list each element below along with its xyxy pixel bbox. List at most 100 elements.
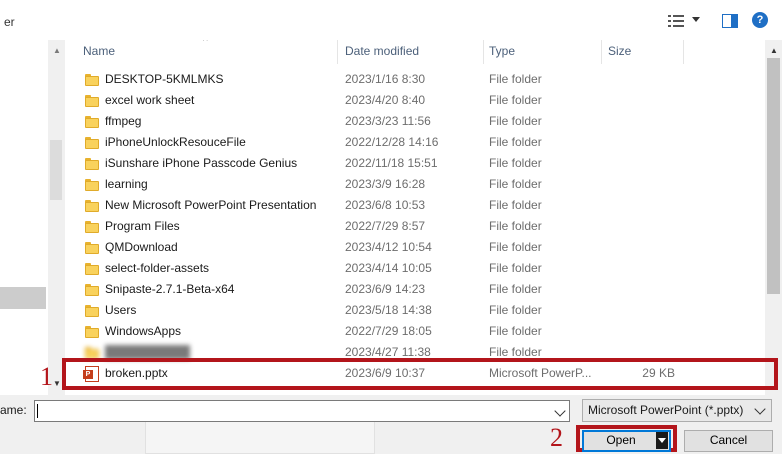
sort-ascending-icon: ^ [203,40,208,47]
step-1-label: 1 [40,362,53,391]
file-type-selected: Microsoft PowerPoint (*.pptx) [588,403,744,417]
list-item[interactable]: WindowsApps 2022/7/29 18:05 File folder [65,321,765,342]
nav-scrollbar[interactable] [48,40,65,395]
file-date: 2023/3/23 11:56 [345,114,431,128]
nav-scroll-down-icon[interactable]: ▼ [53,379,61,388]
navigation-pane[interactable] [0,40,48,395]
column-divider[interactable] [483,40,484,64]
preview-pane-icon[interactable] [722,14,738,28]
folder-icon [85,74,99,86]
column-divider[interactable] [337,40,338,64]
folder-icon [85,326,99,338]
file-name: Program Files [105,219,180,233]
file-date: 2023/3/9 16:28 [345,177,426,191]
file-date: 2022/7/29 8:57 [345,219,426,233]
file-type: File folder [489,114,542,128]
list-item[interactable]: New Microsoft PowerPoint Presentation 20… [65,195,765,216]
help-icon[interactable]: ? [752,12,768,28]
list-item[interactable]: Users 2023/5/18 14:38 File folder [65,300,765,321]
file-date: 2023/5/18 14:38 [345,303,432,317]
list-item[interactable]: ffmpeg 2023/3/23 11:56 File folder [65,111,765,132]
file-name: ffmpeg [105,114,142,128]
file-name: New Microsoft PowerPoint Presentation [105,198,317,212]
list-item[interactable]: iPhoneUnlockResouceFile 2022/12/28 14:16… [65,132,765,153]
file-date: 2022/12/28 14:16 [345,135,439,149]
folder-icon [85,242,99,254]
file-name: learning [105,177,148,191]
file-type: File folder [489,219,542,233]
folder-icon [85,158,99,170]
list-item[interactable]: select-folder-assets 2023/4/14 10:05 Fil… [65,258,765,279]
nav-selected-item[interactable] [0,287,46,309]
file-name: iSunshare iPhone Passcode Genius [105,156,298,170]
file-type: File folder [489,156,542,170]
list-item[interactable]: iSunshare iPhone Passcode Genius 2022/11… [65,153,765,174]
folder-icon [85,137,99,149]
file-type: File folder [489,261,542,275]
file-name: select-folder-assets [105,261,210,275]
dialog-title: er [4,15,15,29]
list-item[interactable]: learning 2023/3/9 16:28 File folder [65,174,765,195]
file-name-input[interactable] [34,400,570,422]
file-date: 2022/7/29 18:05 [345,324,432,338]
column-header-size[interactable]: Size [608,40,631,64]
folder-icon [85,95,99,107]
folder-icon [85,116,99,128]
text-caret [37,404,38,418]
file-date: 2023/6/9 14:23 [345,282,426,296]
column-header-type[interactable]: Type [489,40,515,64]
file-date: 2023/1/16 8:30 [345,72,426,86]
file-name: excel work sheet [105,93,195,107]
caret-down-icon[interactable] [658,438,666,443]
file-name: Snipaste-2.7.1-Beta-x64 [105,282,235,296]
folder-icon [85,200,99,212]
file-type: File folder [489,282,542,296]
file-list[interactable]: Name ^ Date modified Type Size DESKTOP-5… [65,40,765,395]
file-date: 2023/6/8 10:53 [345,198,426,212]
file-date: 2022/11/18 15:51 [345,156,438,170]
file-name: QMDownload [105,240,178,254]
nav-scroll-thumb[interactable] [50,140,62,200]
folder-icon [85,179,99,191]
column-divider[interactable] [601,40,602,64]
file-type: File folder [489,324,542,338]
file-type: File folder [489,240,542,254]
file-name: WindowsApps [105,324,182,338]
file-name: iPhoneUnlockResouceFile [105,135,246,149]
file-type: File folder [489,177,542,191]
cancel-button-label[interactable]: Cancel [684,433,773,447]
dialog-toolbar [0,0,782,40]
scroll-up-icon[interactable]: ▲ [770,46,778,55]
details-view-icon[interactable] [668,14,684,28]
file-type: File folder [489,93,542,107]
step-2-label: 2 [550,423,563,452]
folder-icon [85,305,99,317]
list-item[interactable]: Snipaste-2.7.1-Beta-x64 2023/6/9 14:23 F… [65,279,765,300]
view-options-dropdown-icon[interactable] [692,17,700,22]
folder-icon [85,284,99,296]
file-name: Users [105,303,137,317]
list-item[interactable]: Program Files 2022/7/29 8:57 File folder [65,216,765,237]
file-date: 2023/4/12 10:54 [345,240,432,254]
nav-scroll-up-icon[interactable]: ▲ [53,46,61,55]
file-date: 2023/4/14 10:05 [345,261,432,275]
folder-icon [85,347,99,359]
column-divider[interactable] [683,40,684,64]
file-type: File folder [489,135,542,149]
list-item[interactable]: DESKTOP-5KMLMKS 2023/1/16 8:30 File fold… [65,69,765,90]
file-name-label: ame: [0,403,27,417]
file-type: File folder [489,198,542,212]
open-button-label[interactable]: Open [594,433,648,447]
folder-icon [85,221,99,233]
column-header-name[interactable]: Name [83,40,115,64]
file-date: 2023/4/20 8:40 [345,93,426,107]
scroll-thumb[interactable] [767,58,780,294]
list-item[interactable]: excel work sheet 2023/4/20 8:40 File fol… [65,90,765,111]
file-type: File folder [489,72,542,86]
list-item[interactable]: QMDownload 2023/4/12 10:54 File folder [65,237,765,258]
highlight-box-file [62,358,778,390]
column-header-date[interactable]: Date modified [345,40,419,64]
file-name: DESKTOP-5KMLMKS [105,72,224,86]
folder-icon [85,263,99,275]
file-type: File folder [489,303,542,317]
